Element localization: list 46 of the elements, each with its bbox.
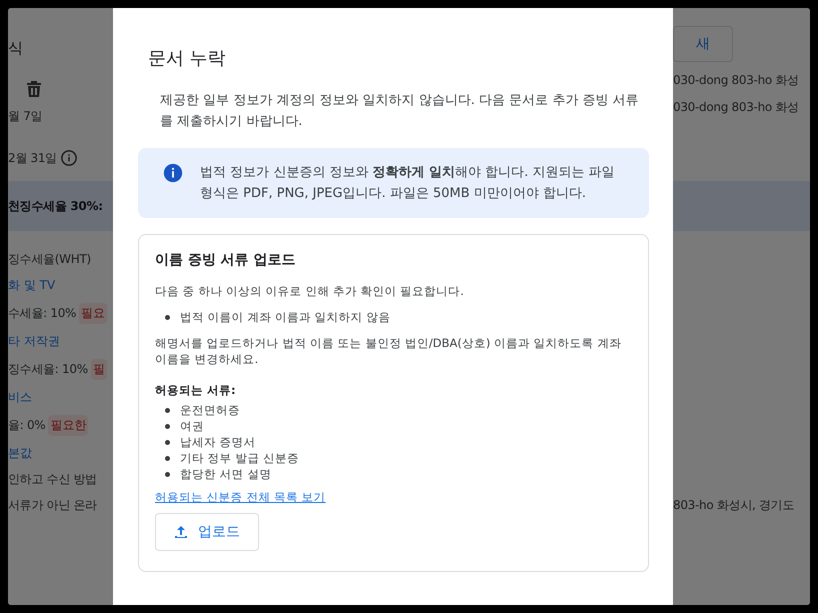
upload-icon [174, 525, 188, 539]
card-title: 이름 증빙 서류 업로드 [155, 251, 297, 269]
banner-text: 천징수세율 30%: [8, 198, 103, 214]
bullet-icon [165, 472, 170, 476]
section-title: 징수세율(WHT) [8, 251, 91, 268]
full-list-link[interactable]: 허용되는 신분증 전체 목록 보기 [155, 490, 326, 505]
document-item: 기타 정부 발급 신분증 [180, 450, 299, 466]
status-badge: 필 [90, 359, 107, 380]
accepted-title: 허용되는 서류: [155, 383, 237, 398]
rate-text: 수세율: 10% [8, 305, 76, 322]
page-text: 030-dong 803-ho 화성 [673, 99, 800, 116]
category-link[interactable]: 비스 [8, 389, 113, 406]
document-item: 합당한 서면 설명 [180, 466, 272, 482]
bullet-icon [165, 440, 170, 444]
page-text: 803-ho 화성시, 경기도 [673, 497, 796, 514]
page-text: 인하고 수신 방법 [8, 471, 98, 488]
bullet-icon [165, 456, 170, 460]
reason-intro: 다음 중 하나 이상의 이유로 인해 추가 확인이 필요합니다. [155, 283, 465, 299]
bullet-icon [165, 314, 170, 320]
upload-button[interactable]: 업로드 [155, 513, 259, 551]
info-icon[interactable] [60, 149, 78, 167]
dialog-title: 문서 누락 [148, 47, 227, 70]
trash-icon[interactable] [26, 80, 42, 98]
page-text: 월 7일 [8, 108, 44, 125]
document-item: 납세자 증명서 [180, 434, 256, 450]
category-link[interactable]: 화 및 TV [8, 277, 113, 294]
page-heading: 식 [8, 38, 24, 58]
document-item: 여권 [180, 418, 204, 434]
reason-item: 법적 이름이 계좌 이름과 일치하지 않음 [180, 309, 390, 325]
info-icon [162, 162, 184, 184]
new-button[interactable]: 새 [673, 26, 733, 62]
rate-text: 징수세율: 10% [8, 361, 88, 378]
document-item: 운전면허증 [180, 402, 240, 418]
status-badge: 필요한 [48, 415, 88, 436]
status-badge: 필요 [79, 303, 108, 324]
intro-text: 제공한 일부 정보가 계정의 정보와 일치하지 않습니다. 다음 문서로 추가 증빙 서류를 제출하시기 바랍니다. [160, 92, 640, 131]
category-link[interactable]: 본값 [8, 445, 113, 462]
rate-text: 율: 0% [8, 417, 46, 434]
instruction-text: 해명서를 업로드하거나 법적 이름 또는 불인정 법인/DBA(상호) 이름과 일치하도록 계좌 이름을 변경하세요. [155, 335, 622, 367]
page-text: 서류가 아닌 온라 [8, 497, 98, 514]
bullet-icon [165, 408, 170, 412]
bullet-icon [165, 424, 170, 428]
category-link[interactable]: 타 저작권 [8, 333, 113, 350]
notice-text: 법적 정보가 신분증의 정보와 정확하게 일치해야 합니다. 지원되는 파일 형식은 PDF, PNG, JPEG입니다. 파일은 50MB 미만이어야 합니다. [200, 164, 616, 203]
date-text: 2월 31일 [8, 150, 57, 166]
page-text: 030-dong 803-ho 화성 [673, 72, 800, 89]
